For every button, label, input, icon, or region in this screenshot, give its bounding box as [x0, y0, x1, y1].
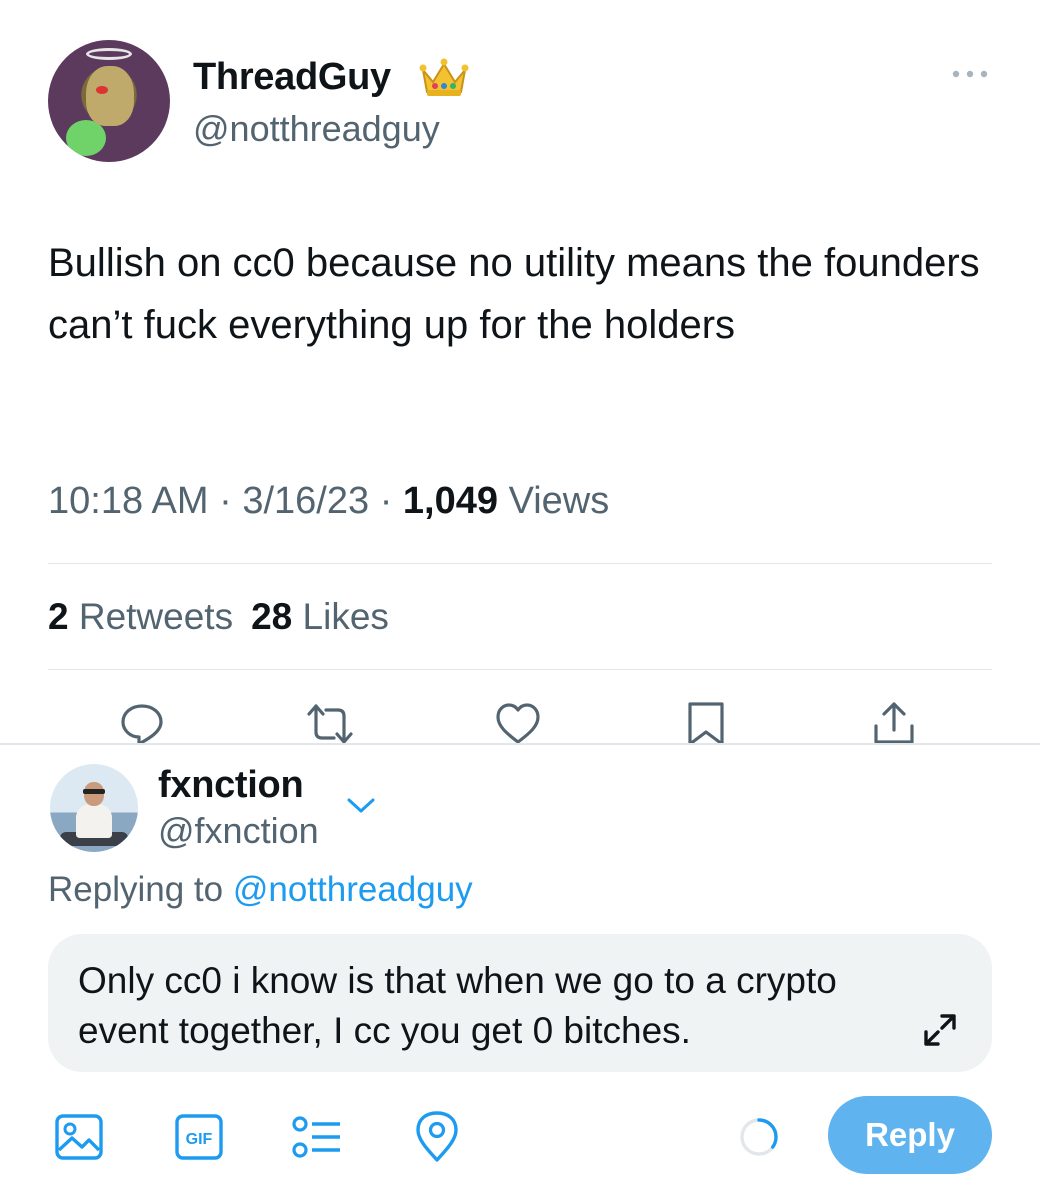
more-options-icon[interactable]: [950, 68, 990, 80]
character-count-ring: [740, 1118, 778, 1156]
bookmark-icon[interactable]: [682, 700, 730, 744]
reply-author-name: fxnction: [158, 764, 304, 806]
reply-author-handle: @fxnction: [158, 810, 319, 851]
reply-author-avatar[interactable]: [50, 764, 138, 852]
tweet-date[interactable]: 3/16/23: [242, 480, 369, 522]
meta-separator: ·: [369, 480, 403, 522]
reply-icon[interactable]: [118, 700, 166, 744]
author-handle[interactable]: @notthreadguy: [193, 108, 440, 150]
reply-draft-text[interactable]: Only cc0 i know is that when we go to a …: [78, 956, 918, 1056]
like-icon[interactable]: [494, 700, 542, 744]
location-icon[interactable]: [410, 1110, 464, 1164]
tweet-stats: 2 Retweets 28 Likes: [48, 596, 389, 638]
author-name[interactable]: ThreadGuy: [193, 56, 391, 99]
divider: [48, 563, 992, 564]
gif-label: GIF: [186, 1131, 213, 1148]
views-label: Views: [498, 480, 610, 522]
reply-button[interactable]: Reply: [828, 1096, 992, 1174]
retweets-label: Retweets: [68, 596, 234, 637]
author-avatar[interactable]: [48, 40, 170, 162]
replying-prefix: Replying to: [48, 870, 233, 909]
tweet-time[interactable]: 10:18 AM: [48, 480, 209, 522]
retweet-icon[interactable]: [306, 700, 354, 744]
divider: [48, 669, 992, 670]
replying-to: Replying to @notthreadguy: [48, 870, 473, 910]
retweets-count: 2: [48, 596, 69, 637]
crown-icon: [419, 58, 469, 96]
tweet-text: Bullish on cc0 because no utility means …: [48, 241, 980, 347]
chevron-down-icon[interactable]: [345, 793, 377, 817]
tweet-actions: [0, 700, 1040, 744]
reply-textarea[interactable]: Only cc0 i know is that when we go to a …: [48, 934, 992, 1072]
expand-icon[interactable]: [920, 1010, 960, 1050]
retweets-stat[interactable]: 2 Retweets: [48, 596, 233, 637]
gif-icon[interactable]: GIF: [172, 1110, 226, 1164]
likes-stat[interactable]: 28 Likes: [251, 596, 389, 637]
poll-icon[interactable]: [290, 1110, 344, 1164]
replying-to-link[interactable]: @notthreadguy: [233, 870, 473, 909]
compose-divider: [0, 743, 1040, 745]
meta-separator: ·: [208, 480, 243, 522]
tweet: ThreadGuy @notthreadguy Bullish on cc0 b…: [0, 0, 1040, 744]
likes-count: 28: [251, 596, 293, 637]
share-icon[interactable]: [870, 700, 918, 744]
likes-label: Likes: [292, 596, 389, 637]
tweet-meta: 10:18 AM · 3/16/23 · 1,049 Views: [48, 480, 609, 523]
views-count: 1,049: [402, 480, 499, 522]
image-icon[interactable]: [52, 1110, 106, 1164]
